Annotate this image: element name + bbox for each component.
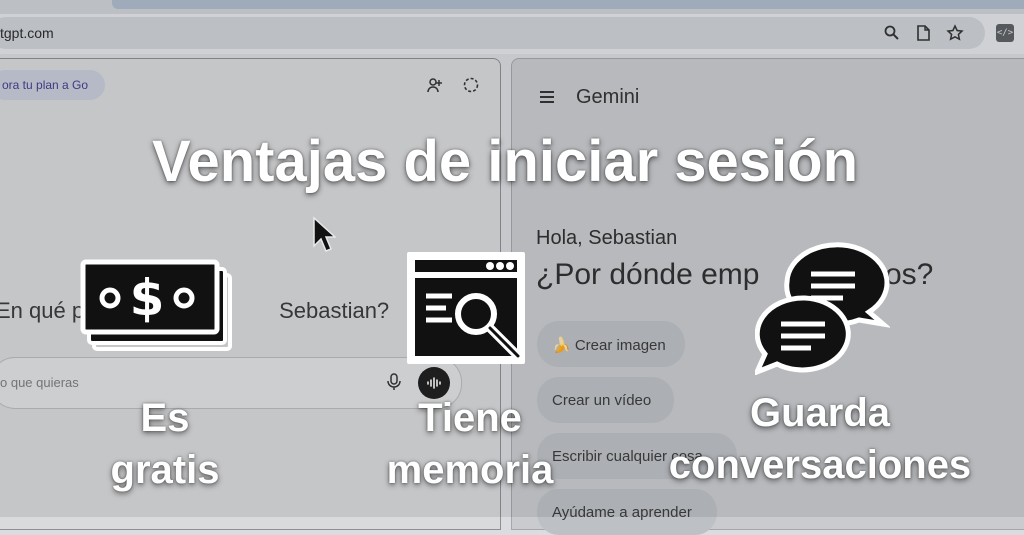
benefit-line1: Guarda <box>749 391 891 435</box>
money-icon: $ <box>80 259 232 351</box>
benefit-free-caption: Es gratis <box>85 392 245 496</box>
benefit-memory-caption: Tiene memoria <box>360 392 580 496</box>
benefit-line1: Es <box>140 396 190 440</box>
svg-text:$: $ <box>130 269 165 327</box>
benefit-line2: memoria <box>386 448 554 492</box>
chat-bubbles-icon <box>755 242 890 375</box>
browser-search-icon <box>407 252 525 364</box>
benefit-line2: gratis <box>110 448 220 492</box>
benefit-save-caption: Guarda conversaciones <box>640 387 1000 491</box>
benefit-line1: Tiene <box>418 396 522 440</box>
benefit-line2: conversaciones <box>668 443 972 487</box>
overlay-title: Ventajas de iniciar sesión <box>152 129 858 194</box>
